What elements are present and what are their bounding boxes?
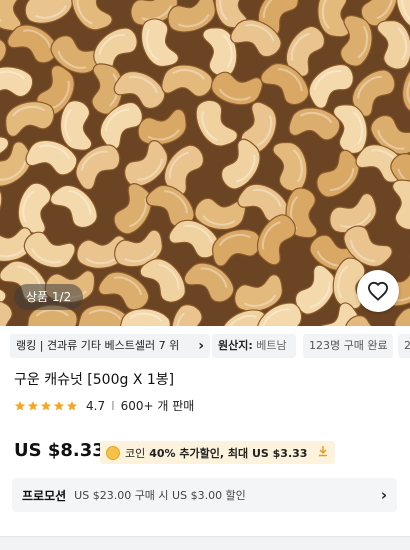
ranking-text: 랭킹 | 견과류 기타 베스트셀러 7 위 [16,339,180,352]
wishlist-button[interactable] [357,270,399,312]
extra-chip: 21 [398,334,410,358]
star-icon [41,400,51,410]
promotion-label: 프로모션 [22,488,67,503]
cashew-photo [0,0,410,326]
heart-icon [367,281,389,301]
star-icon [15,400,25,410]
rating-value: 4.7 [86,398,106,413]
coin-discount-badge[interactable]: 코인 40% 추가할인, 최대 US $3.33 [100,441,336,464]
origin-chip: 원산지: 베트남 [212,334,296,358]
star-icon [28,400,38,410]
sales-count: 600+ 개 판매 [120,399,195,413]
info-chips: 랭킹 | 견과류 기타 베스트셀러 7 위 › 원산지: 베트남 123명 구매… [0,334,410,358]
chevron-right-icon: › [380,486,387,504]
promotion-text: US $23.00 구매 시 US $3.00 할인 [74,489,246,502]
origin-value: 베트남 [256,339,287,352]
product-image[interactable]: 상품 1/2 [0,0,410,326]
section-divider [0,536,410,550]
coin-icon [106,445,120,460]
product-title: 구운 캐슈넛 [500g X 1봉] [14,372,175,388]
star-rating [14,400,78,412]
rating-separator: I [111,398,115,413]
download-icon[interactable] [317,445,329,460]
star-icon [54,400,64,410]
ranking-chip[interactable]: 랭킹 | 견과류 기타 베스트셀러 7 위 › [10,334,210,358]
coin-discount-text: 40% 추가할인, 최대 US $3.33 [149,446,308,460]
rating-row[interactable]: 4.7 I 600+ 개 판매 [14,397,194,414]
chevron-right-icon: › [198,338,204,354]
coin-prefix: 코인 [125,446,146,460]
origin-label: 원산지: [218,339,253,352]
price: US $8.33 [14,440,105,461]
promotion-bar[interactable]: 프로모션 US $23.00 구매 시 US $3.00 할인 › [12,478,397,512]
image-counter: 상품 1/2 [14,284,84,310]
star-icon [67,400,77,410]
sold-count-chip: 123명 구매 완료 [303,334,393,358]
